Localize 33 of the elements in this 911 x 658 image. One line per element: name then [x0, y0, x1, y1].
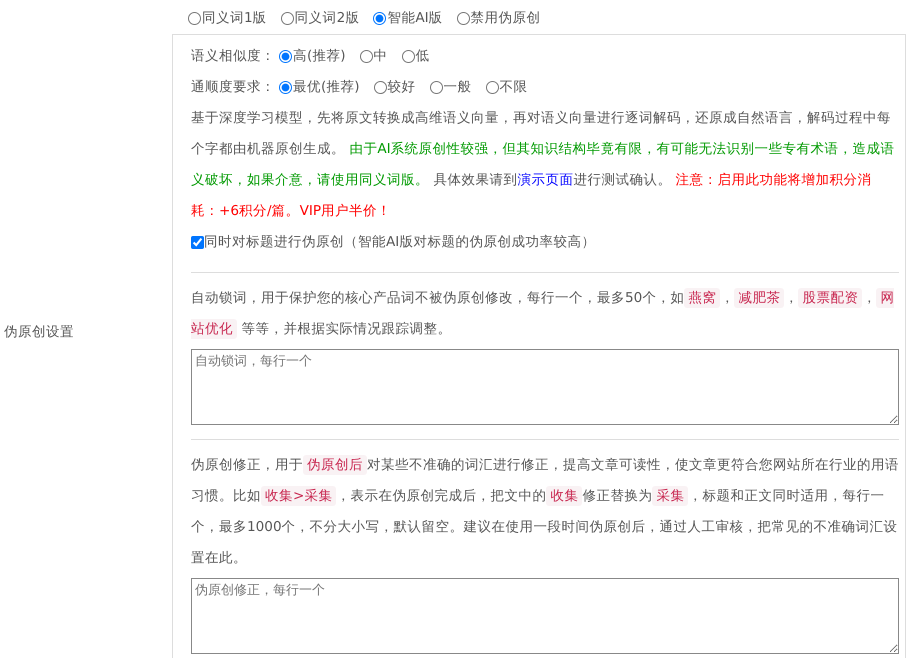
radio-button[interactable]: [486, 81, 499, 94]
section-label: 伪原创设置: [4, 323, 74, 342]
radio-button[interactable]: [456, 12, 470, 25]
radio-option[interactable]: 较好: [374, 72, 416, 104]
radio-button[interactable]: [188, 12, 201, 25]
radio-button[interactable]: [360, 50, 373, 64]
lock-words-field[interactable]: 自动锁词，每行一个: [191, 349, 899, 426]
description-text: 自动锁词，用于保护您的核心产品词不被伪原创修改，每行一个，最多50个，如 燕窝 ， 减肥茶 ， 股票配资 ， 网站优化 等等，并根据实际情况跟踪调整。: [191, 287, 896, 342]
radio-option[interactable]: 同义词1版: [188, 8, 267, 28]
radio-button[interactable]: [279, 81, 292, 94]
radio-option[interactable]: 中: [360, 41, 388, 72]
radio-button[interactable]: [402, 50, 415, 64]
title-option[interactable]: 同时对标题进行伪原创（智能AI版对标题的伪原创成功率较高）: [191, 227, 899, 258]
radio-option[interactable]: 高(推荐): [279, 41, 346, 72]
description-text: 基于深度学习模型，先将原文转换成高维语义向量，再对语义向量进行逐词解码，还原成自然语言，解码过程中每个字都由机器原创生成。 由于AI系统原创性较强，但其知识结构毕竟有限，有可能无法识别一些专有术语，造成语义破坏，如果介意，请使用同义词版。 具体效果请到演示页面进行测试确认。 注意：启用此功能将增加积分消耗：+6积分/篇。VIP用户半价！: [191, 109, 896, 222]
radio-option[interactable]: 同义词2版: [280, 8, 360, 28]
radio-button[interactable]: [430, 81, 443, 94]
radio-button[interactable]: [279, 50, 292, 64]
radio-option[interactable]: 低: [402, 41, 430, 72]
checkbox[interactable]: [191, 236, 204, 250]
field-label: 语义相似度：: [191, 47, 275, 66]
radio-button[interactable]: [374, 81, 387, 94]
radio-button[interactable]: [280, 12, 294, 25]
corrections-field[interactable]: 伪原创修正，每行一个: [191, 578, 899, 654]
field-label: 通顺度要求：: [191, 78, 275, 98]
radio-option[interactable]: 一般: [430, 72, 472, 104]
demo-page-link[interactable]: 演示页面: [517, 172, 574, 188]
radio-option[interactable]: 最优(推荐): [279, 72, 360, 104]
radio-option[interactable]: 禁用伪原创: [456, 8, 541, 28]
radio-option[interactable]: 不限: [486, 72, 528, 104]
radio-option[interactable]: 智能AI版: [373, 8, 443, 28]
radio-button[interactable]: [373, 12, 386, 25]
description-text: 伪原创修正，用于 伪原创后 对某些不准确的词汇进行修正，提高文章可读性，使文章更符合您网站所在行业的用语习惯。比如 收集>采集 ，表示在伪原创完成后，把文中的 收集 修正替换为 采集 ，标题和正文同时适用，每行一个，最多1000个，不分大小写，默认留空。建议在使用一段时间伪原创后，通过人工审核，把常见的不准确词汇设置在此。: [191, 454, 899, 568]
